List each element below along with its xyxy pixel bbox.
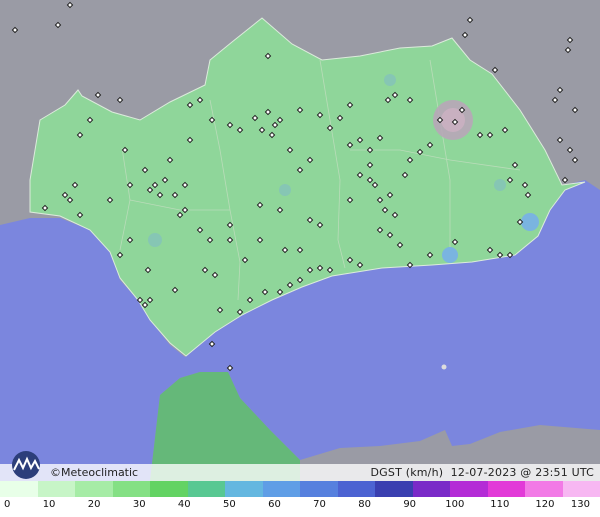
legend-swatch — [375, 481, 413, 497]
legend-swatch — [525, 481, 563, 497]
island — [441, 364, 447, 370]
legend-tick-label: 30 — [132, 499, 146, 510]
meteoclimatic-logo-icon — [12, 451, 40, 479]
legend-tick-label: 20 — [87, 499, 101, 510]
legend-tick-label: 120 — [535, 499, 555, 510]
legend-swatch — [112, 481, 150, 497]
legend-swatch — [225, 481, 263, 497]
legend-tick-label: 70 — [313, 499, 326, 510]
timestamp: 12-07-2023 @ 23:51 UTC — [450, 466, 594, 479]
legend-swatch — [337, 481, 375, 497]
legend-swatch — [262, 481, 300, 497]
legend-swatch — [300, 481, 338, 497]
legend-swatch — [412, 481, 450, 497]
variable-label: DGST (km/h) — [370, 466, 444, 479]
legend-tick-label: 130 — [570, 499, 590, 510]
legend-tick-label: 110 — [490, 499, 510, 510]
legend-tick-label: 80 — [358, 499, 371, 510]
legend-tick-label: 10 — [42, 499, 56, 510]
legend-swatch — [562, 481, 600, 497]
legend-swatch — [0, 481, 38, 497]
color-legend-bar — [0, 481, 600, 497]
legend-swatch — [450, 481, 488, 497]
legend-tick-label: 0 — [4, 499, 11, 510]
credit-text: ©Meteoclimatic — [50, 466, 139, 479]
legend-tick-label: 100 — [445, 499, 465, 510]
legend-tick-label: 40 — [177, 499, 191, 510]
legend-tick-label: 50 — [223, 499, 236, 510]
wind-gust-map — [0, 0, 600, 481]
map-view: ©Meteoclimatic DGST (km/h) 12-07-2023 @ … — [0, 0, 600, 517]
legend-tick-label: 60 — [268, 499, 281, 510]
legend-swatch — [187, 481, 225, 497]
legend-swatch — [75, 481, 113, 497]
legend-swatch — [150, 481, 188, 497]
legend-swatch — [37, 481, 75, 497]
legend-swatch — [487, 481, 525, 497]
color-legend-labels: 0 10 20 30 40 50 60 70 80 90 100 110 120 130 — [0, 497, 600, 517]
map-footer: ©Meteoclimatic DGST (km/h) 12-07-2023 @ … — [0, 451, 600, 481]
legend-tick-label: 90 — [403, 499, 417, 510]
map-title: DGST (km/h) 12-07-2023 @ 23:51 UTC — [371, 466, 594, 479]
